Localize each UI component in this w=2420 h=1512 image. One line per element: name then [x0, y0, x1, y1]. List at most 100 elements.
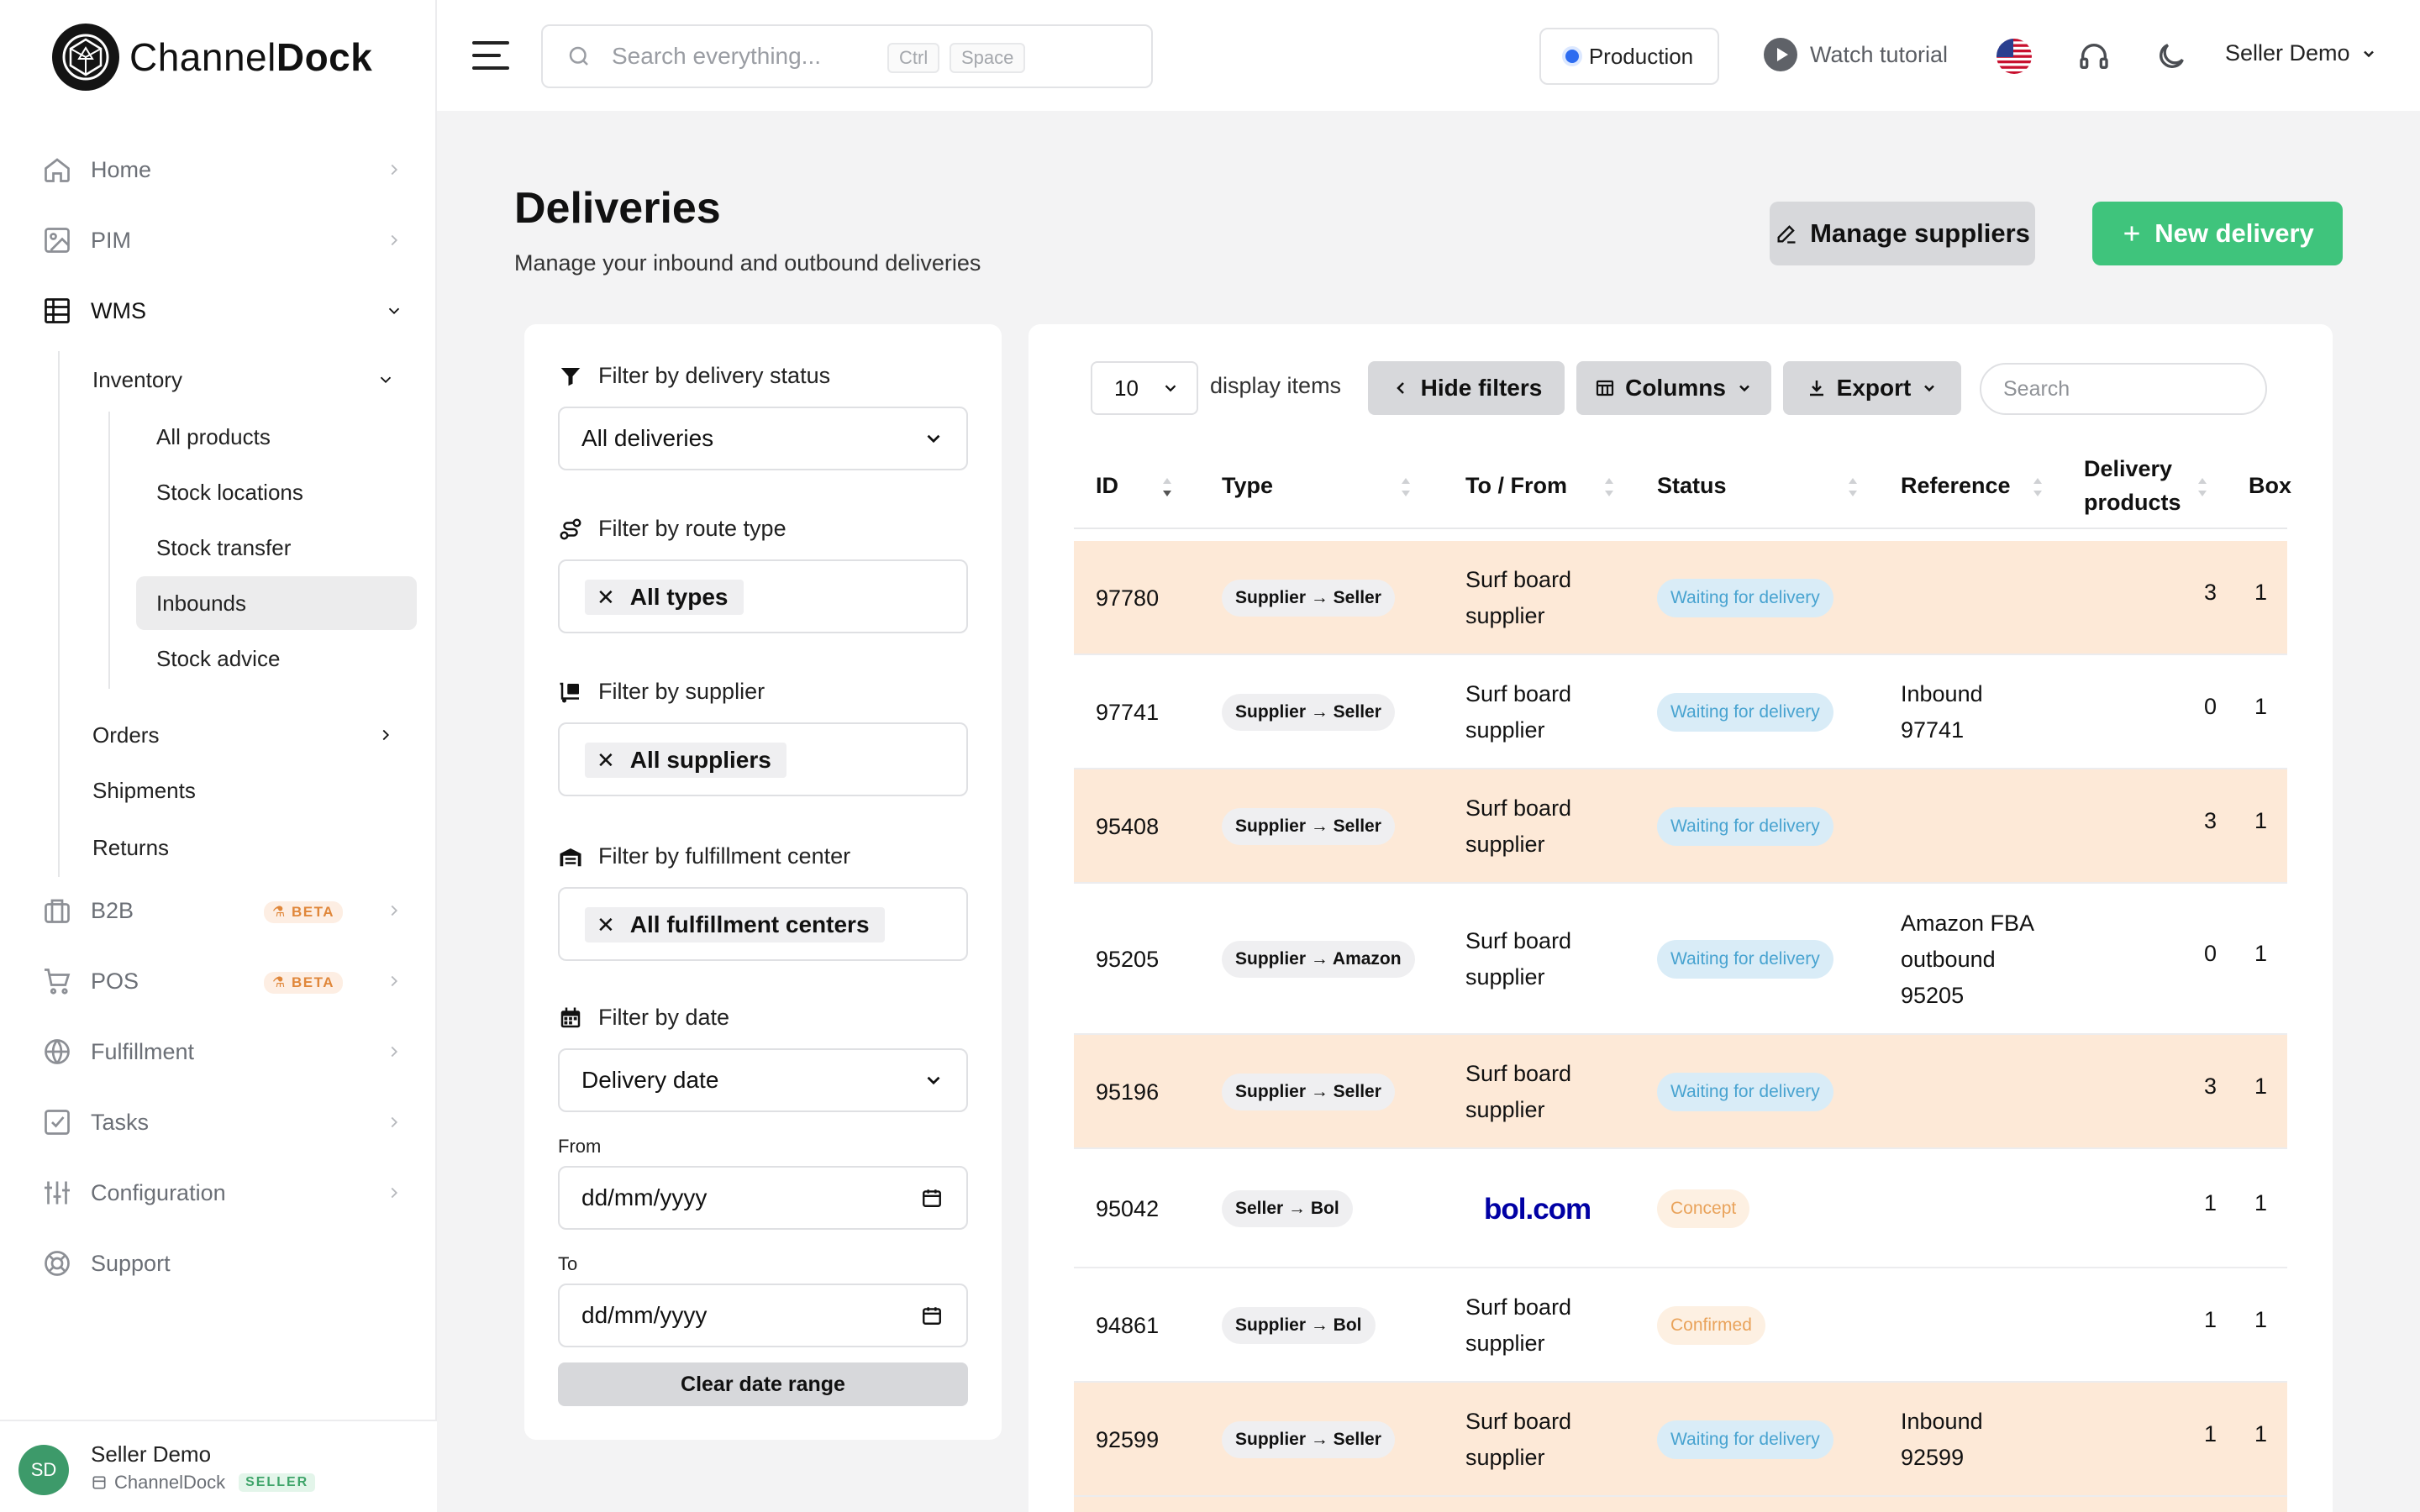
headset-icon[interactable] [2077, 39, 2111, 73]
sidebar-item-home[interactable]: Home [42, 143, 403, 197]
filter-supplier-label: Filter by supplier [558, 679, 765, 705]
manage-suppliers-button[interactable]: Manage suppliers [1770, 202, 2035, 265]
sidebar-item-stock-advice[interactable]: Stock advice [156, 646, 280, 672]
menu-icon[interactable] [471, 39, 511, 72]
remove-chip-icon[interactable]: ✕ [597, 748, 615, 774]
cell-id[interactable]: 95408 [1096, 769, 1159, 884]
column-header-delivery-products[interactable]: Delivery products [2084, 442, 2181, 529]
user-footer[interactable]: SD Seller Demo ChannelDock SELLER [0, 1420, 437, 1512]
sort-icon[interactable] [1847, 475, 1859, 499]
environment-button[interactable]: Production [1539, 28, 1719, 85]
sidebar-item-wms[interactable]: WMS [42, 284, 403, 338]
sort-icon[interactable] [2196, 475, 2208, 499]
calendar-icon[interactable] [921, 1187, 943, 1209]
sidebar-item-tasks[interactable]: Tasks [42, 1095, 403, 1149]
shortcut-key: Space [950, 43, 1026, 73]
from-date-input[interactable]: dd/mm/yyyy [558, 1166, 968, 1230]
table-row[interactable]: 97741 Supplier → Seller Surf board suppli… [1074, 655, 2287, 769]
sort-icon[interactable] [2032, 475, 2044, 499]
column-header-to-from[interactable]: To / From [1465, 442, 1567, 529]
type-badge: Supplier → Bol [1222, 1307, 1376, 1344]
table-row[interactable]: 95042 Seller → Bol bol.com Concept 1 1 [1074, 1149, 2287, 1268]
supplier-select[interactable]: ✕ All suppliers [558, 722, 968, 796]
sidebar-item-label: Support [91, 1250, 171, 1276]
column-header-type[interactable]: Type [1222, 442, 1273, 529]
sidebar-item-pim[interactable]: PIM [42, 213, 403, 267]
global-search-input[interactable]: Search everything... Ctrl Space [541, 24, 1153, 88]
hide-filters-button[interactable]: Hide filters [1368, 361, 1565, 415]
table-search-input[interactable]: Search [1980, 363, 2267, 415]
new-delivery-button[interactable]: New delivery [2092, 202, 2343, 265]
date-type-select[interactable]: Delivery date [558, 1048, 968, 1112]
sort-desc-icon[interactable] [1161, 475, 1173, 499]
table-row[interactable]: 97780 Supplier → Seller Surf board suppli… [1074, 541, 2287, 655]
chevron-down-icon [2363, 50, 2374, 57]
cell-reference: Inbound 92599 [1901, 1409, 1983, 1470]
table-row[interactable]: 95408 Supplier → Seller Surf board suppli… [1074, 769, 2287, 884]
pencil-icon [1777, 225, 1796, 244]
filter-chip[interactable]: ✕ All types [585, 580, 744, 615]
table-row[interactable]: 95205 Supplier → Amazon Surf board suppli… [1074, 884, 2287, 1035]
remove-chip-icon[interactable]: ✕ [597, 585, 615, 611]
column-header-box[interactable]: Box [2249, 442, 2291, 529]
sidebar-item-fulfillment[interactable]: Fulfillment [42, 1025, 403, 1079]
cell-id[interactable]: 95196 [1096, 1035, 1159, 1149]
sidebar-item-stock-locations[interactable]: Stock locations [156, 480, 303, 506]
cell-id[interactable]: 97780 [1096, 541, 1159, 655]
watch-tutorial-link[interactable]: Watch tutorial [1763, 37, 1948, 72]
sidebar-item-shipments[interactable]: Shipments [92, 778, 196, 804]
filter-chip[interactable]: ✕ All fulfillment centers [585, 907, 885, 942]
status-select[interactable]: All deliveries [558, 407, 968, 470]
sidebar-item-support[interactable]: Support [42, 1236, 403, 1290]
filter-chip[interactable]: ✕ All suppliers [585, 743, 786, 778]
user-menu[interactable]: Seller Demo [2225, 40, 2377, 66]
columns-icon [1597, 380, 1614, 396]
cell-id[interactable]: 97741 [1096, 655, 1159, 769]
cell-id[interactable]: 95042 [1096, 1149, 1159, 1268]
moon-icon[interactable] [2154, 39, 2188, 73]
sort-icon[interactable] [1603, 475, 1615, 499]
sort-icon[interactable] [1400, 475, 1412, 499]
sidebar-item-inventory[interactable]: Inventory [92, 365, 403, 395]
us-flag-icon[interactable] [1996, 39, 2032, 74]
cell-delivery-products: 3 [2203, 808, 2217, 833]
sidebar-item-pos[interactable]: POS ⚗ BETA [42, 954, 403, 1008]
column-header-id[interactable]: ID [1096, 442, 1118, 529]
cell-id[interactable]: 95205 [1096, 884, 1159, 1035]
cell-id[interactable]: 92599 [1096, 1383, 1159, 1497]
sidebar-item-all-products[interactable]: All products [156, 424, 271, 450]
to-date-input[interactable]: dd/mm/yyyy [558, 1284, 968, 1347]
chevron-down-icon [380, 376, 392, 384]
table-row[interactable]: 92599 Supplier → Seller Surf board suppli… [1074, 1383, 2287, 1497]
table-row[interactable]: 94861 Supplier → Bol Surf board supplier … [1074, 1268, 2287, 1383]
sidebar-item-label: Configuration [91, 1179, 226, 1205]
route-type-select[interactable]: ✕ All types [558, 559, 968, 633]
page-title: Deliveries [514, 184, 721, 233]
cell-id[interactable]: 94861 [1096, 1268, 1159, 1383]
cell-to-from: Surf board supplier [1465, 567, 1572, 628]
status-badge: Concept [1657, 1189, 1750, 1228]
table-row[interactable] [1074, 1497, 2287, 1512]
calendar-icon [560, 1007, 581, 1027]
sidebar-item-stock-transfer[interactable]: Stock transfer [156, 535, 291, 561]
sidebar-item-b2b[interactable]: B2B ⚗ BETA [42, 884, 403, 937]
sidebar-item-returns[interactable]: Returns [92, 835, 169, 861]
remove-chip-icon[interactable]: ✕ [597, 912, 615, 938]
export-button[interactable]: Export [1783, 361, 1961, 415]
clear-date-range-button[interactable]: Clear date range [558, 1362, 968, 1406]
logo[interactable]: ChannelDock [52, 24, 372, 91]
sidebar-item-orders[interactable]: Orders [92, 720, 403, 750]
calendar-icon[interactable] [921, 1305, 943, 1326]
column-header-status[interactable]: Status [1657, 442, 1727, 529]
sidebar-item-configuration[interactable]: Configuration [42, 1166, 403, 1220]
table-row[interactable]: 95196 Supplier → Seller Surf board suppli… [1074, 1035, 2287, 1149]
deliveries-table-panel: 10 display items Hide filters Columns Ex… [1028, 324, 2333, 1512]
fulfillment-center-select[interactable]: ✕ All fulfillment centers [558, 887, 968, 961]
per-page-select[interactable]: 10 [1091, 361, 1198, 415]
from-label: From [558, 1136, 602, 1157]
chevron-down-icon [388, 307, 400, 315]
sidebar-item-inbounds[interactable]: Inbounds [136, 576, 417, 630]
cell-reference: Inbound 97741 [1901, 681, 1983, 743]
columns-button[interactable]: Columns [1576, 361, 1771, 415]
column-header-reference[interactable]: Reference [1901, 442, 2011, 529]
